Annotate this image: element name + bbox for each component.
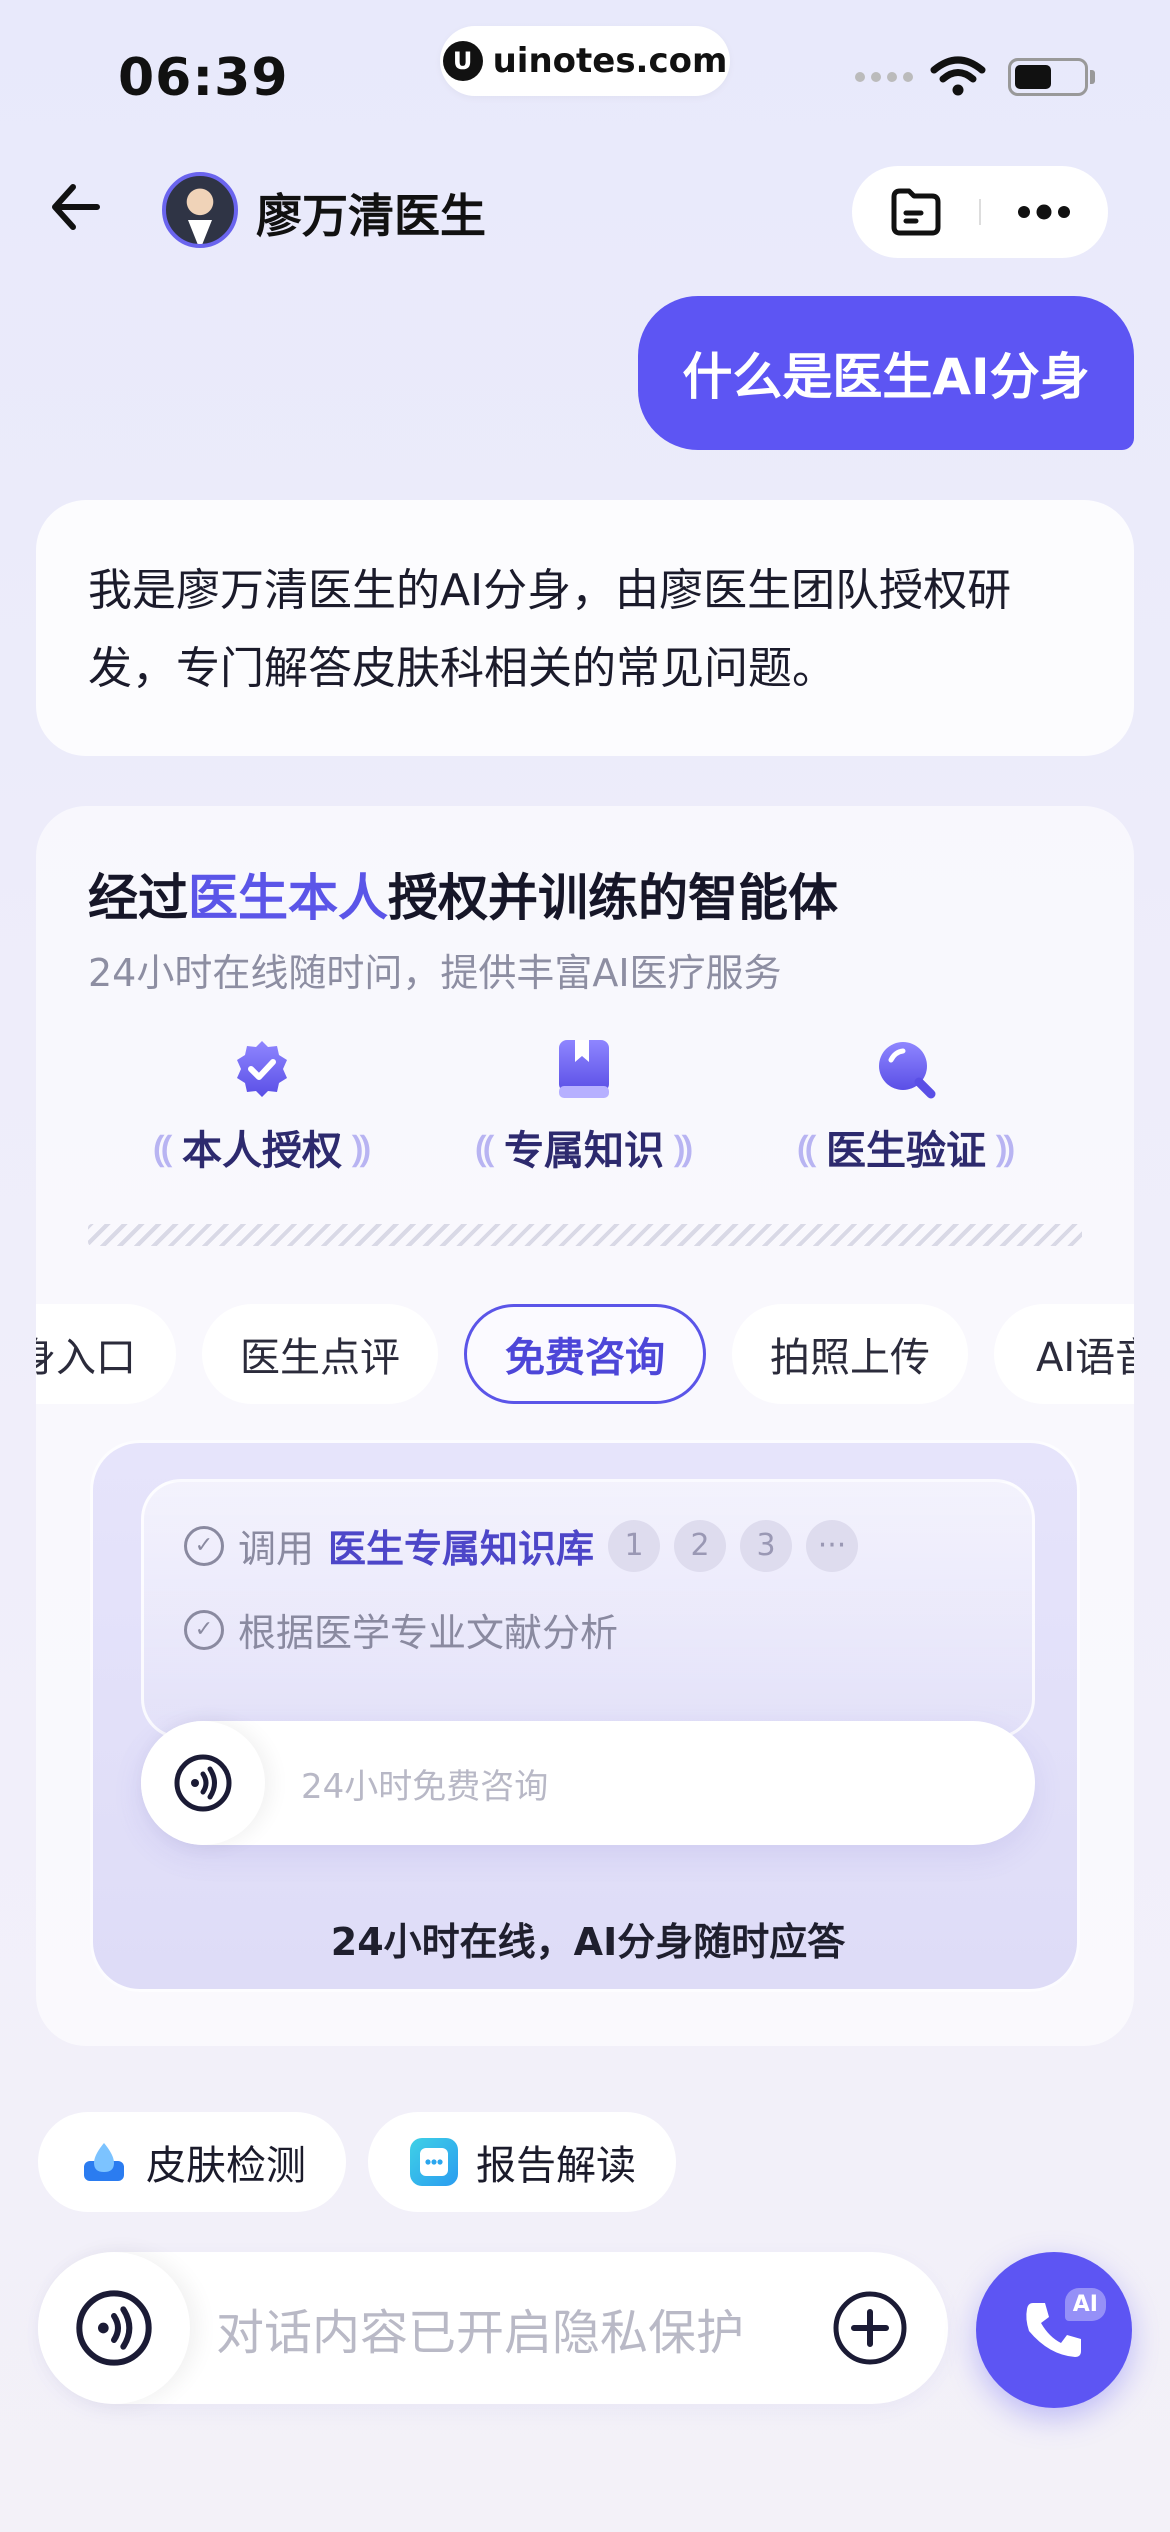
watermark-text: uinotes.com	[492, 41, 728, 81]
ai-call-button[interactable]: AI	[976, 2252, 1132, 2408]
laurel-right-icon: ⸩	[674, 1128, 693, 1170]
tab-doctor-review[interactable]: 医生点评	[202, 1304, 438, 1404]
message-composer[interactable]: 对话内容已开启隐私保护	[38, 2252, 948, 2404]
laurel-right-icon: ⸩	[996, 1128, 1015, 1170]
laurel-left-icon: ⸨	[797, 1128, 816, 1170]
info-card-title: 经过医生本人授权并训练的智能体	[88, 869, 838, 927]
title-highlight: 医生本人	[188, 869, 388, 927]
check-circle-icon: ✓	[184, 1525, 224, 1566]
quick-report-button[interactable]: 报告解读	[368, 2112, 676, 2212]
feature-authorized: ⸨ 本人授权 ⸩	[112, 1036, 412, 1186]
consult-demo-panel: ✓ 调用 医生专属知识库 1 2 3 ··· ✓ 根据医学专业文献分析 24小时…	[90, 1440, 1080, 1992]
magnifier-icon	[873, 1036, 939, 1102]
tab-free-consult[interactable]: 免费咨询	[464, 1304, 706, 1404]
doctor-avatar[interactable]	[162, 172, 238, 248]
feature-label: 专属知识	[504, 1128, 664, 1174]
more-button[interactable]	[981, 166, 1108, 258]
ref-chip: 3	[740, 1519, 793, 1572]
step-knowledge-base: ✓ 调用 医生专属知识库 1 2 3 ···	[184, 1518, 859, 1573]
cellular-signal-icon	[855, 72, 913, 82]
laurel-left-icon: ⸨	[475, 1128, 494, 1170]
composer-placeholder: 对话内容已开启隐私保护	[216, 2305, 745, 2361]
step2-text: 根据医学专业文献分析	[238, 1611, 619, 1655]
laurel-right-icon: ⸩	[352, 1128, 371, 1170]
header-action-pill	[852, 166, 1108, 258]
plus-circle-icon	[833, 2291, 907, 2365]
skin-drop-icon	[80, 2138, 128, 2186]
tab-ai-voice[interactable]: AI语音	[994, 1304, 1134, 1404]
check-circle-icon: ✓	[184, 1609, 224, 1650]
feature-label: 本人授权	[182, 1128, 342, 1174]
back-button[interactable]	[40, 172, 110, 242]
voice-input-button[interactable]	[38, 2252, 190, 2404]
book-icon	[551, 1036, 617, 1102]
demo-consult-input[interactable]: 24小时免费咨询	[141, 1721, 1035, 1845]
battery-tip	[1090, 70, 1095, 84]
step1-kb-name: 医生专属知识库	[328, 1527, 595, 1571]
voice-wave-icon	[174, 1754, 232, 1812]
tab-avatar-entry[interactable]: 身入口	[36, 1304, 176, 1404]
ref-chip-more: ···	[806, 1519, 859, 1572]
demo-input-placeholder: 24小时免费咨询	[301, 1766, 549, 1807]
ref-chip: 2	[674, 1519, 727, 1572]
feature-knowledge: ⸨ 专属知识 ⸩	[434, 1036, 734, 1186]
hatched-divider	[88, 1224, 1082, 1246]
chip-label: 皮肤检测	[146, 2143, 306, 2189]
report-chat-icon	[410, 2138, 458, 2186]
back-arrow-icon	[52, 184, 100, 230]
watermark-badge: U uinotes.com	[440, 26, 730, 96]
demo-caption: 24小时在线，AI分身随时应答	[330, 1920, 846, 1964]
step-literature: ✓ 根据医学专业文献分析	[184, 1602, 618, 1657]
quick-skin-test-button[interactable]: 皮肤检测	[38, 2112, 346, 2212]
demo-voice-button[interactable]	[141, 1721, 265, 1845]
add-attachment-button[interactable]	[830, 2288, 910, 2368]
ai-message-card: 我是廖万清医生的AI分身，由廖医生团队授权研发，专门解答皮肤科相关的常见问题。	[36, 500, 1134, 756]
watermark-logo-icon: U	[442, 41, 483, 81]
wifi-icon	[930, 56, 986, 96]
battery-icon	[1008, 58, 1088, 96]
demo-steps-box: ✓ 调用 医生专属知识库 1 2 3 ··· ✓ 根据医学专业文献分析	[141, 1479, 1035, 1739]
chip-label: 报告解读	[476, 2143, 636, 2189]
info-card-subtitle: 24小时在线随时问，提供丰富AI医疗服务	[88, 951, 782, 995]
history-button[interactable]	[852, 166, 979, 258]
ai-avatar-info-card: 经过医生本人授权并训练的智能体 24小时在线随时问，提供丰富AI医疗服务 ⸨ 本…	[36, 806, 1134, 2046]
tab-photo-upload[interactable]: 拍照上传	[732, 1304, 968, 1404]
ai-badge: AI	[1064, 2288, 1106, 2321]
user-message-bubble: 什么是医生AI分身	[638, 296, 1134, 450]
laurel-left-icon: ⸨	[153, 1128, 172, 1170]
voice-wave-icon	[76, 2290, 152, 2366]
shield-check-icon	[229, 1036, 295, 1102]
doctor-name-title: 廖万清医生	[256, 189, 486, 243]
feature-label: 医生验证	[826, 1128, 986, 1174]
more-icon	[1018, 204, 1071, 220]
folder-chat-icon	[891, 188, 940, 236]
ref-chip: 1	[608, 1519, 661, 1572]
step1-prefix: 调用	[238, 1527, 315, 1571]
feature-verified: ⸨ 医生验证 ⸩	[756, 1036, 1056, 1186]
service-tabs: 身入口 医生点评 免费咨询 拍照上传 AI语音	[36, 1296, 1134, 1406]
status-time: 06:39	[118, 48, 289, 108]
